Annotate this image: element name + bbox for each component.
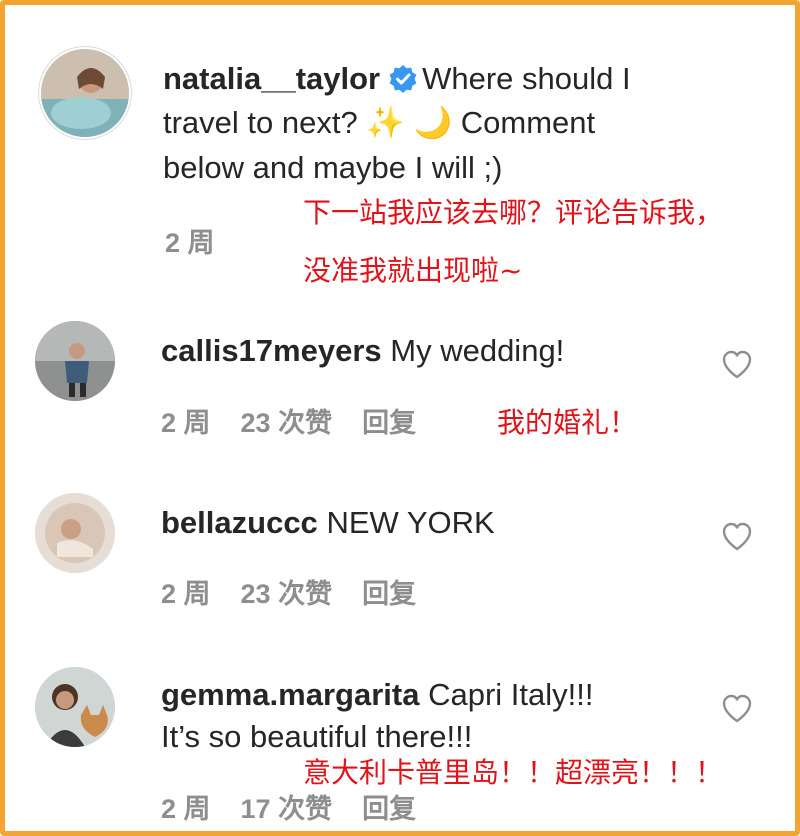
comment-1-time: 2 周 [161, 408, 211, 438]
post-translation-line-2: 没准我就出现啦~ [303, 254, 523, 287]
avatar-callis17meyers[interactable] [35, 321, 115, 401]
post-caption-text-1: Where should I [422, 61, 631, 96]
comment-2-time: 2 周 [161, 579, 211, 609]
post-caption-line-2: travel to next? ✨ 🌙 Comment [163, 105, 596, 140]
post-username[interactable]: natalia__taylor [163, 61, 380, 96]
avatar-bellazuccc[interactable] [35, 493, 115, 573]
comment-3-like-heart-icon[interactable] [721, 693, 753, 723]
avatar-gemma-margarita[interactable] [35, 667, 115, 747]
comment-3-time: 2 周 [161, 794, 211, 824]
avatar-image [41, 49, 129, 137]
comment-3-reply-button[interactable]: 回复 [362, 794, 416, 824]
comment-2-likes[interactable]: 23 次赞 [241, 579, 333, 609]
avatar-image [35, 321, 115, 401]
comment-3-meta: 2 周 17 次赞 回复 [161, 791, 446, 827]
comment-2-like-heart-icon[interactable] [721, 521, 753, 551]
post-caption-line-3: below and maybe I will ;) [163, 150, 503, 185]
post-time: 2 周 [165, 228, 215, 258]
comment-1-meta: 2 周 23 次赞 回复 [161, 405, 446, 441]
post-translation-line-1: 下一站我应该去哪？评论告诉我， [303, 196, 724, 229]
avatar-image [35, 667, 115, 747]
verified-badge-icon [388, 64, 418, 94]
comment-1-like-heart-icon[interactable] [721, 349, 753, 379]
post-meta: 2 周 [165, 225, 245, 261]
screenshot-frame: natalia__taylor Where should I travel to … [0, 0, 800, 836]
comment-2-line-1: bellazuccc NEW YORK [161, 501, 495, 545]
comment-2-reply-button[interactable]: 回复 [362, 579, 416, 609]
comment-3-likes[interactable]: 17 次赞 [241, 794, 333, 824]
comment-1-line-1: callis17meyers My wedding! [161, 329, 564, 373]
avatar-natalia[interactable] [41, 49, 129, 137]
comment-1-likes[interactable]: 23 次赞 [241, 408, 333, 438]
comment-3-line-1: gemma.margarita Capri Italy!!! [161, 673, 593, 717]
comment-1-text: My wedding! [390, 333, 565, 368]
comment-1-reply-button[interactable]: 回复 [362, 408, 416, 438]
comment-1-username[interactable]: callis17meyers [161, 333, 382, 368]
comment-1-translation: 我的婚礼！ [497, 406, 638, 439]
avatar-image [35, 493, 115, 573]
comment-3-translation: 意大利卡普里岛！！超漂亮！！！ [303, 756, 724, 789]
comment-2-meta: 2 周 23 次赞 回复 [161, 576, 446, 612]
comment-3-username[interactable]: gemma.margarita [161, 677, 419, 712]
comment-2-text: NEW YORK [326, 505, 495, 540]
comment-3-text-1: Capri Italy!!! [428, 677, 594, 712]
comment-2-username[interactable]: bellazuccc [161, 505, 318, 540]
post-caption-line-1: natalia__taylor Where should I [163, 57, 631, 101]
